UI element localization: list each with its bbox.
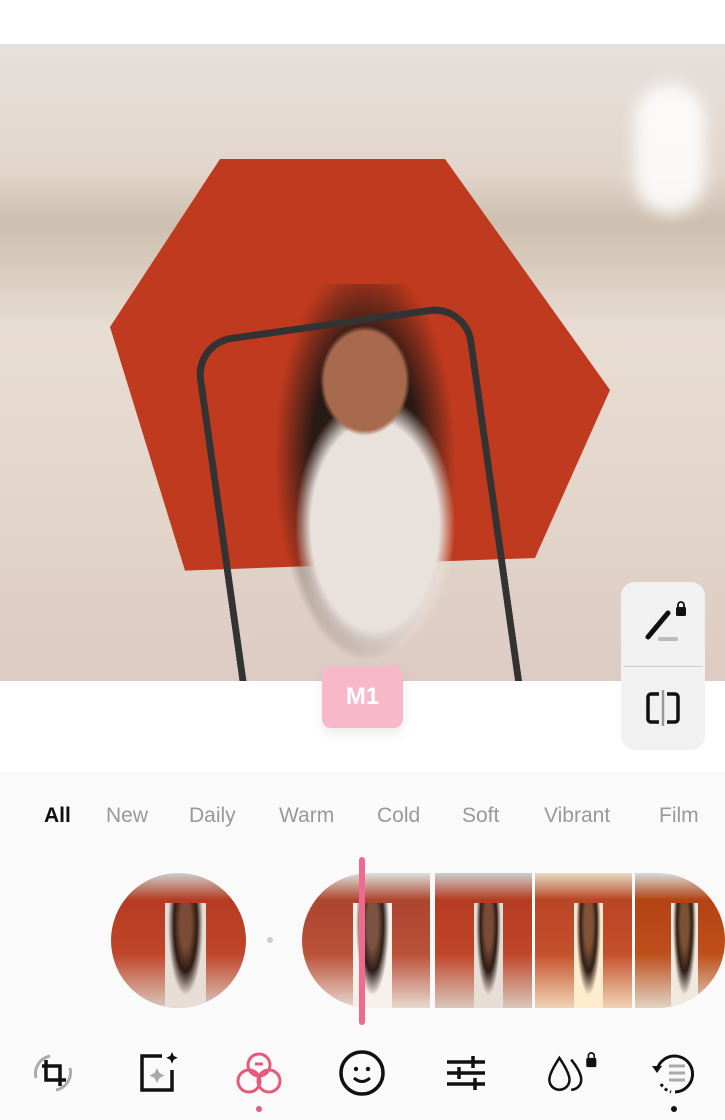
magic-brush-icon	[645, 601, 686, 641]
phone-frame	[191, 301, 525, 681]
tab-soft[interactable]: Soft	[462, 804, 499, 828]
intensity-slider-handle[interactable]	[359, 857, 365, 1025]
filter-original[interactable]	[111, 873, 246, 1008]
face-button[interactable]	[336, 1045, 388, 1101]
filter-thumb-m3[interactable]	[535, 873, 632, 1008]
tab-new[interactable]: New	[106, 804, 148, 828]
history-button[interactable]	[648, 1045, 700, 1101]
adjust-sliders-icon	[447, 1056, 485, 1090]
filter-thumb-m2[interactable]	[435, 873, 532, 1008]
compare-icon	[646, 690, 680, 726]
history-icon	[652, 1054, 695, 1094]
tab-vibrant[interactable]: Vibrant	[544, 804, 610, 828]
side-tools	[621, 582, 705, 750]
separator-dot	[267, 937, 273, 943]
effects-button[interactable]	[546, 1045, 598, 1101]
preset-badge[interactable]: M1	[322, 666, 403, 728]
face-retouch-icon	[339, 1050, 385, 1096]
bottom-toolbar	[0, 1045, 725, 1112]
tab-cold[interactable]: Cold	[377, 804, 420, 828]
compare-button[interactable]	[621, 666, 705, 750]
tab-all[interactable]: All	[44, 804, 71, 828]
history-indicator-dot	[671, 1106, 677, 1112]
crop-rotate-icon	[34, 1054, 72, 1092]
adjust-button[interactable]	[440, 1045, 492, 1101]
light-leak	[635, 84, 705, 214]
tab-warm[interactable]: Warm	[279, 804, 334, 828]
photo-preview[interactable]	[0, 44, 725, 681]
filters-button[interactable]	[233, 1045, 285, 1101]
crop-button[interactable]	[27, 1045, 79, 1101]
effects-drops-icon	[548, 1052, 597, 1092]
active-indicator-dot	[256, 1106, 262, 1112]
tab-daily[interactable]: Daily	[189, 804, 236, 828]
magic-brush-button[interactable]	[621, 582, 705, 666]
filters-icon	[236, 1052, 282, 1094]
ai-enhance-button[interactable]	[131, 1045, 183, 1101]
ai-enhance-icon	[140, 1052, 178, 1092]
filter-thumb-m1[interactable]	[302, 873, 430, 1008]
tab-film[interactable]: Film	[659, 804, 699, 828]
